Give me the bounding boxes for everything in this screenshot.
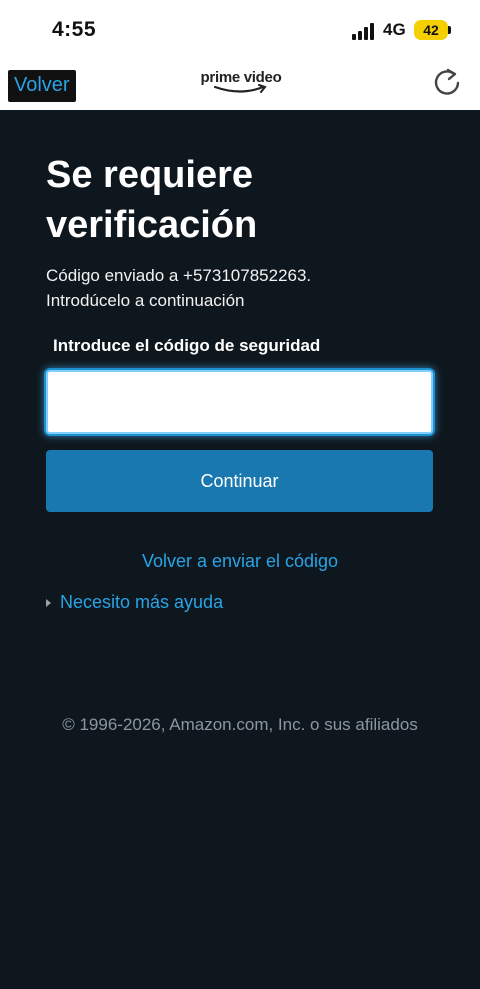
resend-code-link[interactable]: Volver a enviar el código bbox=[0, 551, 480, 572]
status-time: 4:55 bbox=[52, 18, 97, 41]
signal-icon bbox=[352, 22, 374, 40]
code-sent-message: Código enviado a +573107852263. Introdúc… bbox=[46, 263, 446, 313]
battery-level: 42 bbox=[423, 22, 439, 38]
code-sent-line: Código enviado a +573107852263. bbox=[46, 266, 312, 285]
battery-cap bbox=[448, 26, 451, 34]
logo-text: prime video bbox=[200, 69, 282, 86]
refresh-icon[interactable] bbox=[430, 66, 464, 100]
continue-button[interactable]: Continuar bbox=[46, 450, 433, 512]
need-help-toggle[interactable]: Necesito más ayuda bbox=[46, 592, 223, 613]
page-title: Se requiere verificación bbox=[46, 154, 258, 246]
enter-code-line: Introdúcelo a continuación bbox=[46, 291, 245, 310]
security-code-input[interactable] bbox=[46, 370, 433, 434]
status-bar: 4:55 4G 42 bbox=[0, 0, 480, 60]
prime-video-logo: prime video bbox=[196, 69, 286, 99]
battery-icon: 42 bbox=[414, 20, 448, 40]
copyright-footer: © 1996-2026, Amazon.com, Inc. o sus afil… bbox=[62, 715, 418, 734]
nav-bar: Volver prime video bbox=[0, 60, 480, 110]
security-code-label: Introduce el código de seguridad bbox=[53, 336, 321, 355]
network-type: 4G bbox=[383, 20, 406, 39]
need-help-link[interactable]: Necesito más ayuda bbox=[60, 592, 223, 613]
caret-right-icon bbox=[46, 599, 51, 607]
back-button[interactable]: Volver bbox=[8, 70, 76, 102]
